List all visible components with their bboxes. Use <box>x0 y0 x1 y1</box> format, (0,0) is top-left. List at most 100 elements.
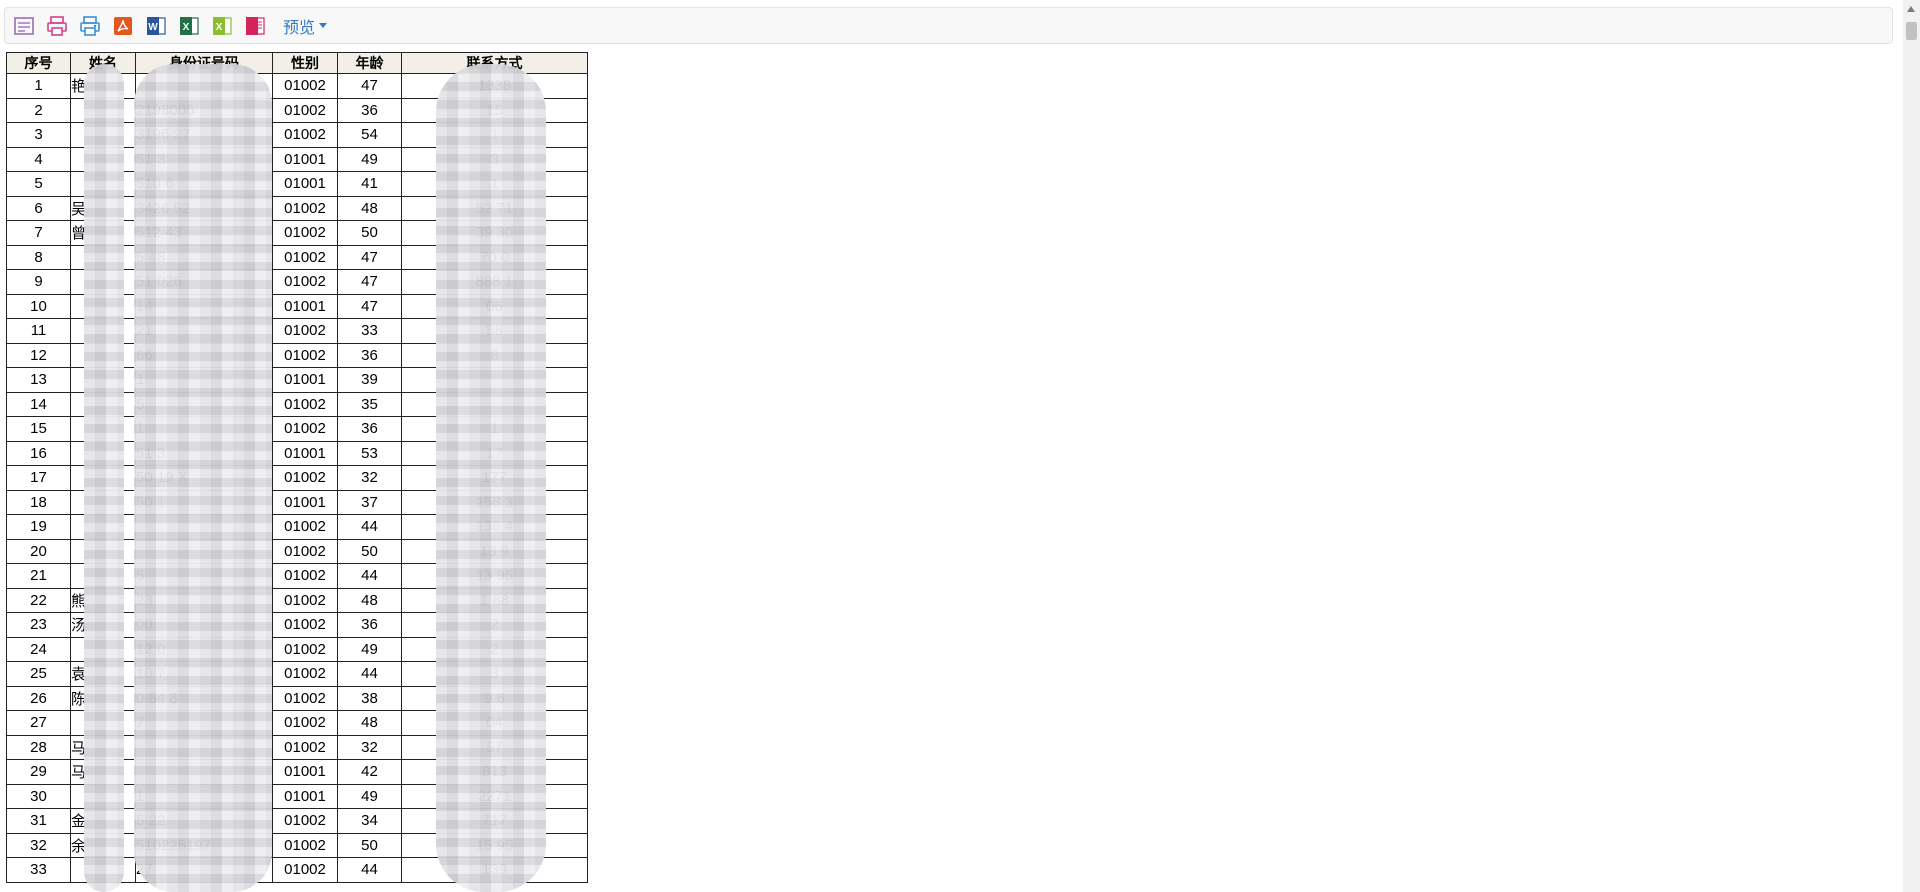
cell-id-number: 512 43 <box>135 220 273 246</box>
cell-id-number: 3196 27 <box>135 122 273 148</box>
cell-age: 48 <box>337 710 402 736</box>
cell-age: 34 <box>337 808 402 834</box>
scroll-thumb[interactable] <box>1906 22 1917 40</box>
cell-id-number: 50 1 <box>135 489 273 515</box>
cell-contact: 39 30 <box>401 220 588 246</box>
cell-age: 36 <box>337 97 402 123</box>
table-row: 17 50 19 X 01002 32 177 <box>6 465 588 491</box>
cell-age: 48 <box>337 587 402 613</box>
cell-name: 吴 <box>70 195 136 221</box>
pdf-export-button[interactable] <box>110 13 135 38</box>
cell-seq: 5 <box>6 171 71 197</box>
table-row: 32 余 510225197 01002 50 15 95 <box>6 832 588 858</box>
cell-gender: 01001 <box>272 171 338 197</box>
cell-name: 袁 <box>70 661 136 687</box>
scroll-up-icon[interactable] <box>1907 6 1915 12</box>
cell-contact: 139 <box>401 857 588 883</box>
table-row: 2 2198006 01002 36 15 <box>6 97 588 123</box>
cell-gender: 01001 <box>272 759 338 785</box>
cell-age: 36 <box>337 342 402 368</box>
cell-seq: 6 <box>6 195 71 221</box>
cell-contact: 58 <box>401 318 588 344</box>
cell-name: 余 <box>70 832 136 858</box>
caret-down-icon <box>319 23 328 28</box>
cell-id-number: 27 <box>135 857 273 883</box>
cell-seq: 1 <box>6 73 71 99</box>
vertical-scrollbar[interactable] <box>1903 0 1920 892</box>
print-button[interactable] <box>44 13 69 38</box>
cell-seq: 12 <box>6 342 71 368</box>
cell-id-number: 3426 52 <box>135 195 273 221</box>
cell-seq: 32 <box>6 832 71 858</box>
cell-age: 47 <box>337 73 402 99</box>
printer-setup-icon <box>78 14 102 38</box>
cell-gender: 01002 <box>272 612 338 638</box>
cell-contact: 8 <box>401 342 588 368</box>
cell-seq: 2 <box>6 97 71 123</box>
svg-text:X: X <box>182 22 189 33</box>
cell-name <box>70 538 136 564</box>
cell-seq: 28 <box>6 734 71 760</box>
cell-contact: 3 <box>401 146 588 172</box>
cell-seq: 30 <box>6 783 71 809</box>
excel-export-button[interactable]: X <box>176 13 201 38</box>
cell-contact: 1338 <box>401 73 588 99</box>
cell-name <box>70 367 136 393</box>
cell-id-number: 1 <box>135 367 273 393</box>
cell-seq: 25 <box>6 661 71 687</box>
cell-name: 汤 <box>70 612 136 638</box>
cell-age: 44 <box>337 661 402 687</box>
cell-name: 马 <box>70 759 136 785</box>
cell-age: 44 <box>337 857 402 883</box>
cell-name: 曾 <box>70 220 136 246</box>
cell-name <box>70 465 136 491</box>
cell-id-number: 510225197 <box>135 832 273 858</box>
cell-contact: 13 9 <box>401 538 588 564</box>
table-row: 1 艳 01002 47 1338 <box>6 73 588 99</box>
table-row: 18 50 1 01001 37 158 3 <box>6 489 588 515</box>
pdf-icon <box>111 14 135 38</box>
cell-age: 49 <box>337 146 402 172</box>
table-header-row: 序号 姓名 身份证号码 性别 年龄 联系方式 <box>6 52 588 74</box>
cell-id-number: 5 22 <box>135 808 273 834</box>
printer-icon <box>45 14 69 38</box>
cell-gender: 01002 <box>272 685 338 711</box>
cell-gender: 01002 <box>272 416 338 442</box>
cell-contact <box>401 391 588 417</box>
cell-gender: 01002 <box>272 220 338 246</box>
cell-id-number: 5 <box>135 563 273 589</box>
table-row: 26 陈 0 84 8 01002 38 9 6 <box>6 685 588 711</box>
cell-id-number: 5 48 <box>135 244 273 270</box>
cell-id-number: 2198006 <box>135 97 273 123</box>
html-export-button[interactable] <box>242 13 267 38</box>
cell-seq: 26 <box>6 685 71 711</box>
cell-age: 50 <box>337 832 402 858</box>
cell-seq: 22 <box>6 587 71 613</box>
cell-contact: 2 <box>401 612 588 638</box>
cell-contact: 1 88 <box>401 587 588 613</box>
cell-contact: 2 <box>401 636 588 662</box>
word-export-button[interactable]: W <box>143 13 168 38</box>
cell-age: 38 <box>337 685 402 711</box>
table-row: 11 21 01002 33 58 <box>6 318 588 344</box>
cell-age: 32 <box>337 734 402 760</box>
cell-gender: 01002 <box>272 342 338 368</box>
table-row: 9 51 026 01002 47 888 1 <box>6 269 588 295</box>
cell-id-number: 7 <box>135 710 273 736</box>
header-contact: 联系方式 <box>401 52 588 74</box>
cell-name <box>70 146 136 172</box>
cell-gender: 01001 <box>272 293 338 319</box>
svg-text:W: W <box>148 22 158 33</box>
cell-seq: 20 <box>6 538 71 564</box>
print-setup-button[interactable] <box>77 13 102 38</box>
text-file-icon <box>12 14 36 38</box>
excel-export-button-2[interactable]: X <box>209 13 234 38</box>
cell-name <box>70 293 136 319</box>
text-export-button[interactable] <box>11 13 36 38</box>
cell-name <box>70 122 136 148</box>
cell-age: 33 <box>337 318 402 344</box>
preview-dropdown[interactable]: 预览 <box>283 14 328 38</box>
cell-gender: 01002 <box>272 73 338 99</box>
cell-seq: 14 <box>6 391 71 417</box>
cell-name <box>70 391 136 417</box>
